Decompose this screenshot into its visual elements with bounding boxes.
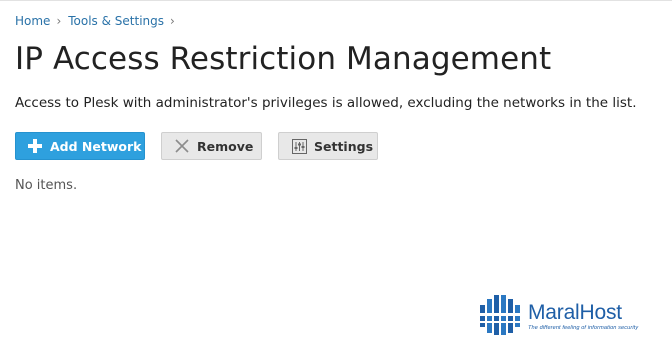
- chevron-right-icon: ›: [170, 14, 175, 28]
- toolbar: Add Network Remove Settings: [15, 132, 378, 160]
- empty-list-message: No items.: [15, 178, 78, 193]
- add-network-label: Add Network: [50, 138, 142, 154]
- watermark-tagline: The different feeling of information sec…: [528, 325, 639, 331]
- breadcrumb-home-link[interactable]: Home: [15, 14, 50, 28]
- page-title: IP Access Restriction Management: [15, 41, 552, 77]
- add-network-button[interactable]: Add Network: [15, 132, 145, 160]
- chevron-right-icon: ›: [56, 14, 62, 28]
- watermark-brand-name: MaralHost: [528, 301, 622, 324]
- sliders-icon: [291, 138, 307, 154]
- remove-button[interactable]: Remove: [161, 132, 262, 160]
- x-icon: [174, 138, 190, 154]
- breadcrumb-tools-settings-link[interactable]: Tools & Settings: [68, 14, 164, 28]
- remove-label: Remove: [197, 138, 254, 154]
- settings-button[interactable]: Settings: [278, 132, 378, 160]
- page-description: Access to Plesk with administrator's pri…: [15, 95, 637, 111]
- maralhost-logo-icon: [476, 291, 524, 343]
- plus-icon: [27, 138, 43, 154]
- breadcrumb: Home › Tools & Settings ›: [15, 14, 182, 28]
- settings-label: Settings: [314, 138, 374, 154]
- maralhost-watermark: MaralHost The different feeling of infor…: [476, 291, 638, 343]
